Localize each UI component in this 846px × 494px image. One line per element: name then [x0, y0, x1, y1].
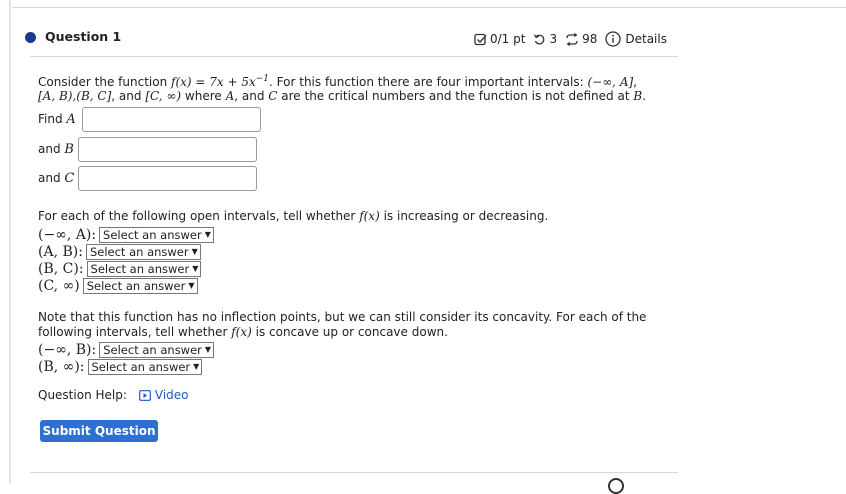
interval-label: (B, ∞):: [38, 358, 85, 375]
details-link[interactable]: Details: [625, 32, 667, 46]
function-ref: f(x): [231, 325, 252, 339]
header-divider: [30, 56, 678, 57]
submit-question-button[interactable]: Submit Question: [40, 420, 158, 442]
concavity-row: (−∞, B): Select an answer ▼: [38, 341, 215, 358]
prompt-text: For each of the following open intervals…: [38, 209, 360, 223]
interval-row: (C, ∞) Select an answer ▼: [38, 277, 198, 294]
interval-label: (−∞, A):: [38, 226, 97, 243]
retries-count: 3: [549, 32, 558, 46]
interval-1: (−∞, A]: [587, 75, 634, 89]
answer-select[interactable]: Select an answer ▼: [87, 358, 203, 375]
attempts-icon: [565, 32, 579, 46]
chevron-down-icon: ▼: [188, 281, 195, 290]
play-icon: [138, 389, 151, 401]
chevron-down-icon: ▼: [204, 345, 212, 354]
interval-label: (C, ∞): [38, 277, 80, 294]
intro-text: are the critical numbers and the functio…: [277, 89, 634, 103]
find-c-label: and C: [38, 171, 74, 186]
select-text: Select an answer: [86, 278, 186, 293]
footer-divider: [30, 472, 678, 473]
interval-label: (A, B):: [38, 243, 83, 260]
prompt-text: Note that this function has no inflectio…: [38, 310, 647, 324]
select-text: Select an answer: [103, 342, 202, 357]
find-a-label: Find A: [38, 112, 76, 127]
interval-2: [A, B),(B, C]: [38, 89, 112, 103]
function-expression: f(x) = 7x + 5x: [171, 75, 256, 89]
input-a[interactable]: [82, 107, 261, 132]
select-text: Select an answer: [90, 261, 190, 276]
field-variable: A: [66, 112, 76, 127]
answer-select[interactable]: Select an answer ▼: [85, 243, 201, 260]
chevron-down-icon: ▼: [191, 247, 198, 256]
field-prefix: and: [38, 171, 65, 185]
increasing-prompt: For each of the following open intervals…: [38, 208, 548, 225]
variable-b: B: [633, 89, 643, 103]
checkbox-icon: [474, 33, 487, 46]
interval-row: (−∞, A): Select an answer ▼: [38, 226, 214, 243]
select-text: Select an answer: [89, 244, 189, 259]
video-link[interactable]: Video: [138, 388, 189, 402]
intro-comma: ,: [633, 75, 637, 89]
help-label: Question Help:: [38, 388, 127, 402]
top-divider: [12, 7, 846, 8]
info-icon[interactable]: [605, 31, 622, 47]
concavity-row: (B, ∞): Select an answer ▼: [38, 358, 203, 375]
video-label: Video: [154, 388, 189, 402]
interval-label: (−∞, B):: [38, 341, 97, 358]
field-variable: B: [64, 142, 74, 157]
function-exponent: −1: [255, 74, 270, 84]
intro-text: Consider the function: [38, 75, 172, 89]
field-variable: C: [64, 171, 75, 186]
question-title: Question 1: [45, 29, 122, 44]
function-ref: f(x): [359, 209, 380, 223]
question-meta: 0/1 pt 3 98 Details: [474, 31, 667, 47]
intro-text: , and: [234, 89, 269, 103]
intro-period: .: [642, 89, 647, 103]
find-b-label: and B: [38, 142, 74, 157]
concavity-prompt-2: following intervals, tell whether f(x) i…: [38, 324, 448, 341]
input-b[interactable]: [78, 137, 257, 162]
score-text: 0/1 pt: [490, 32, 526, 46]
input-c[interactable]: [78, 166, 257, 191]
answer-select[interactable]: Select an answer ▼: [86, 260, 202, 277]
interval-label: (B, C):: [38, 260, 84, 277]
chevron-down-icon: ▼: [204, 230, 211, 239]
interval-row: (A, B): Select an answer ▼: [38, 243, 201, 260]
select-text: Select an answer: [91, 359, 191, 374]
variable-a: A: [225, 89, 235, 103]
answer-select[interactable]: Select an answer ▼: [99, 226, 214, 243]
attempts-count: 98: [582, 32, 598, 46]
prompt-text: following intervals, tell whether: [38, 325, 232, 339]
question-help: Question Help: Video: [38, 388, 189, 402]
answer-select[interactable]: Select an answer ▼: [99, 341, 215, 358]
intro-text: , and: [111, 89, 146, 103]
intro-text: . For this function there are four impor…: [269, 75, 588, 89]
left-border: [9, 0, 11, 484]
select-text: Select an answer: [103, 227, 202, 242]
intro-line-2: [A, B),(B, C], and [C, ∞) where A, and C…: [38, 88, 646, 105]
chevron-down-icon: ▼: [193, 362, 200, 371]
next-question-icon: [608, 478, 624, 494]
interval-3: [C, ∞): [145, 89, 182, 103]
prompt-text: is concave up or concave down.: [251, 325, 448, 339]
chevron-down-icon: ▼: [192, 264, 199, 273]
field-prefix: and: [38, 142, 65, 156]
question-bullet: [25, 32, 36, 43]
field-prefix: Find: [38, 112, 67, 126]
answer-select[interactable]: Select an answer ▼: [82, 277, 198, 294]
interval-row: (B, C): Select an answer ▼: [38, 260, 202, 277]
retry-icon: [533, 33, 546, 46]
prompt-text: is increasing or decreasing.: [379, 209, 549, 223]
intro-text: where: [181, 89, 226, 103]
